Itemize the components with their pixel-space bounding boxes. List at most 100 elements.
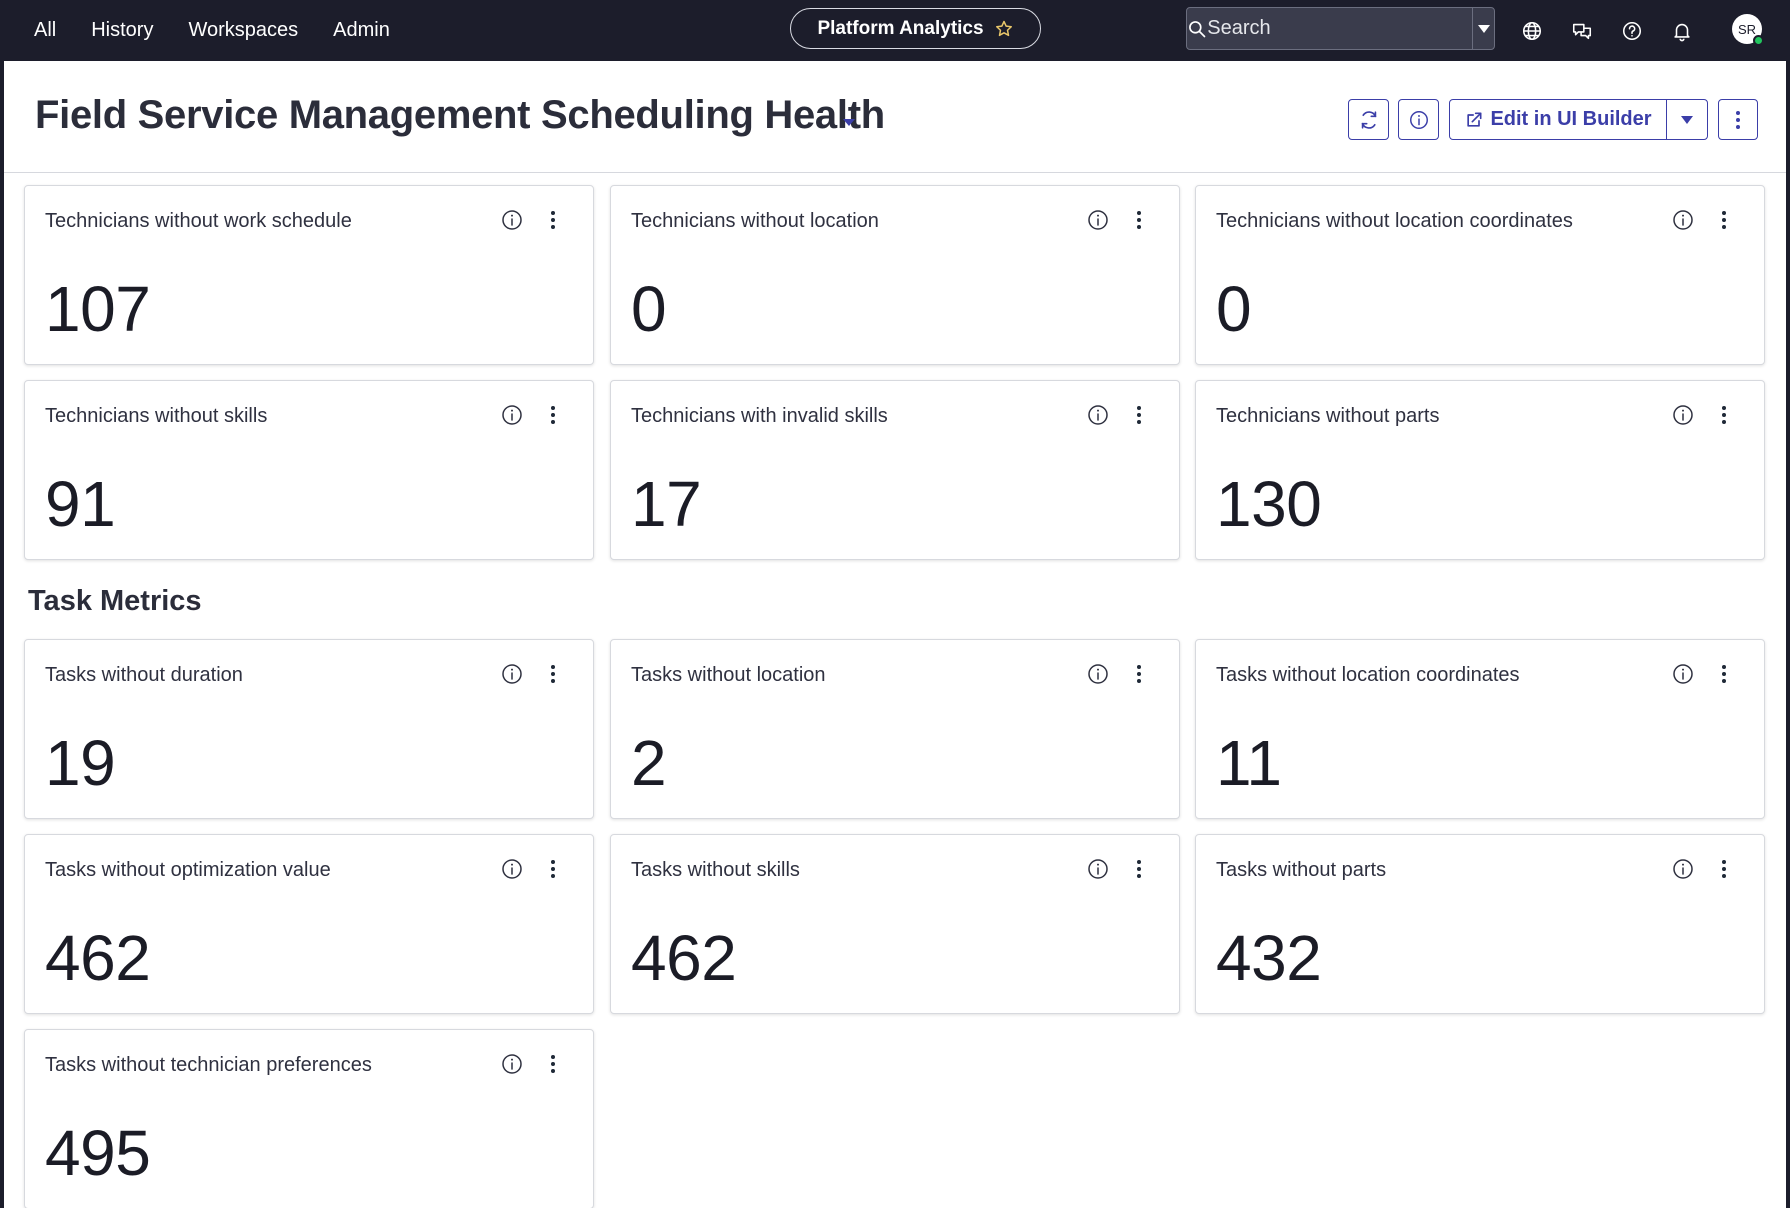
caret-down-icon: [1477, 24, 1490, 33]
card-menu-button[interactable]: [1129, 662, 1149, 686]
info-icon[interactable]: [1671, 403, 1695, 427]
card-menu-button[interactable]: [543, 662, 563, 686]
card-value[interactable]: 19: [45, 726, 116, 800]
globe-icon[interactable]: [1520, 19, 1544, 43]
more-vertical-icon: [1137, 860, 1141, 878]
info-icon[interactable]: [500, 857, 524, 881]
card-value[interactable]: 2: [631, 726, 667, 800]
metric-card[interactable]: Technicians without parts 130: [1195, 380, 1765, 560]
metric-card[interactable]: Technicians without location coordinates…: [1195, 185, 1765, 365]
card-title: Technicians without parts: [1216, 405, 1440, 427]
star-icon[interactable]: [994, 19, 1014, 39]
chat-icon[interactable]: [1570, 19, 1594, 43]
card-value[interactable]: 107: [45, 272, 151, 346]
info-icon[interactable]: [1671, 208, 1695, 232]
card-value[interactable]: 17: [631, 467, 702, 541]
card-menu-button[interactable]: [543, 403, 563, 427]
avatar-initials: SR: [1737, 21, 1757, 37]
metric-card[interactable]: Tasks without parts 432: [1195, 834, 1765, 1014]
app-context-pill[interactable]: Platform Analytics: [790, 8, 1041, 49]
card-menu-button[interactable]: [1129, 857, 1149, 881]
card-value[interactable]: 130: [1216, 467, 1322, 541]
info-icon: [1409, 110, 1428, 129]
bell-icon[interactable]: [1670, 19, 1694, 43]
card-menu-button[interactable]: [1129, 208, 1149, 232]
nav-history[interactable]: History: [91, 19, 153, 42]
more-vertical-icon: [551, 860, 555, 878]
card-title: Tasks without parts: [1216, 859, 1387, 881]
metric-card[interactable]: Tasks without optimization value 462: [24, 834, 594, 1014]
search-input[interactable]: [1207, 8, 1473, 49]
top-navigation-bar: All History Workspaces Admin Platform An…: [4, 0, 1786, 61]
info-icon[interactable]: [1671, 662, 1695, 686]
more-vertical-icon: [1722, 665, 1726, 683]
refresh-icon: [1361, 110, 1376, 129]
help-icon[interactable]: [1620, 19, 1644, 43]
presence-indicator: [1753, 35, 1764, 46]
info-icon[interactable]: [500, 1052, 524, 1076]
more-vertical-icon: [1137, 211, 1141, 229]
card-value[interactable]: 91: [45, 467, 116, 541]
metric-card[interactable]: Technicians without skills 91: [24, 380, 594, 560]
search-scope-dropdown[interactable]: [1472, 8, 1494, 49]
card-menu-button[interactable]: [1129, 403, 1149, 427]
metric-card[interactable]: Tasks without skills 462: [610, 834, 1180, 1014]
card-menu-button[interactable]: [543, 1052, 563, 1076]
more-actions-button[interactable]: [1718, 99, 1758, 140]
page-header: Field Service Management Scheduling Heal…: [4, 61, 1786, 173]
info-button[interactable]: [1398, 99, 1439, 140]
edit-options-dropdown[interactable]: [1666, 99, 1708, 140]
info-icon[interactable]: [1086, 208, 1110, 232]
nav-all[interactable]: All: [34, 19, 56, 42]
more-vertical-icon: [551, 665, 555, 683]
info-icon[interactable]: [1086, 857, 1110, 881]
metric-card[interactable]: Technicians without location 0: [610, 185, 1180, 365]
avatar[interactable]: SR: [1732, 14, 1764, 46]
card-value[interactable]: 462: [45, 921, 151, 995]
card-value[interactable]: 11: [1216, 726, 1282, 800]
card-title: Technicians with invalid skills: [631, 405, 888, 427]
card-title: Technicians without location coordinates: [1216, 210, 1573, 232]
card-value[interactable]: 495: [45, 1116, 151, 1190]
nav-workspaces[interactable]: Workspaces: [188, 19, 298, 42]
info-icon[interactable]: [500, 662, 524, 686]
refresh-button[interactable]: [1348, 99, 1389, 140]
global-search: [1186, 7, 1495, 50]
more-vertical-icon: [551, 211, 555, 229]
info-icon[interactable]: [500, 208, 524, 232]
card-title: Tasks without optimization value: [45, 859, 331, 881]
card-menu-button[interactable]: [1714, 857, 1734, 881]
nav-admin[interactable]: Admin: [333, 19, 390, 42]
info-icon[interactable]: [1086, 403, 1110, 427]
card-title: Tasks without technician preferences: [45, 1054, 372, 1076]
nav-links: All History Workspaces Admin: [34, 0, 390, 61]
app-context-label: Platform Analytics: [817, 17, 984, 39]
info-icon[interactable]: [1671, 857, 1695, 881]
more-vertical-icon: [1736, 110, 1740, 129]
info-icon[interactable]: [500, 403, 524, 427]
metric-card[interactable]: Tasks without location 2: [610, 639, 1180, 819]
search-icon: [1187, 8, 1207, 49]
metric-card[interactable]: Technicians with invalid skills 17: [610, 380, 1180, 560]
edit-in-ui-builder-button[interactable]: Edit in UI Builder: [1449, 99, 1667, 140]
metric-card[interactable]: Tasks without technician preferences 495: [24, 1029, 594, 1208]
metric-card[interactable]: Tasks without duration 19: [24, 639, 594, 819]
card-title: Tasks without skills: [631, 859, 800, 881]
info-icon[interactable]: [1086, 662, 1110, 686]
metric-card[interactable]: Technicians without work schedule 107: [24, 185, 594, 365]
card-value[interactable]: 462: [631, 921, 737, 995]
card-menu-button[interactable]: [543, 208, 563, 232]
card-menu-button[interactable]: [1714, 403, 1734, 427]
card-value[interactable]: 0: [631, 272, 667, 346]
external-link-icon: [1467, 112, 1482, 127]
metric-card[interactable]: Tasks without location coordinates 11: [1195, 639, 1765, 819]
card-value[interactable]: 0: [1216, 272, 1252, 346]
page-title: Field Service Management Scheduling Heal…: [35, 93, 885, 137]
more-vertical-icon: [1722, 211, 1726, 229]
title-dropdown-caret-icon[interactable]: [840, 115, 858, 129]
card-menu-button[interactable]: [1714, 208, 1734, 232]
card-menu-button[interactable]: [1714, 662, 1734, 686]
card-menu-button[interactable]: [543, 857, 563, 881]
card-value[interactable]: 432: [1216, 921, 1322, 995]
more-vertical-icon: [551, 406, 555, 424]
